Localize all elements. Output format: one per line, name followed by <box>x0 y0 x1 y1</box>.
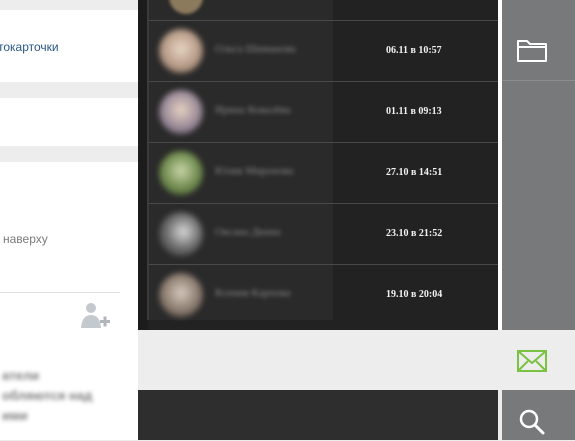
empty-block <box>0 162 138 209</box>
dialog-time: 06.11 в 10:57 <box>386 45 442 56</box>
photos-block: токарточки <box>0 10 138 82</box>
dialog-list-panel: Ольга Шиманова 06.11 в 10:57 Ирина Ковал… <box>138 0 498 330</box>
bottom-panel <box>138 390 498 440</box>
message-bar <box>138 330 502 390</box>
blurred-text: атели обляются над ими <box>2 368 93 423</box>
dialog-row[interactable]: Оксана Диана 23.10 в 21:52 <box>149 203 498 264</box>
friends-block: атели обляются над ими <box>0 292 138 440</box>
avatar <box>159 29 203 73</box>
folder-icon[interactable] <box>516 36 548 64</box>
dialog-time: 19.10 в 20:04 <box>386 289 443 300</box>
photos-link[interactable]: токарточки <box>0 40 59 54</box>
dialog-name: Ольга Шиманова <box>215 43 296 55</box>
dialog-row[interactable]: Ксения Карпова 19.10 в 20:04 <box>149 264 498 325</box>
empty-block <box>0 98 138 146</box>
dialog-name: Юлия Миронова <box>215 165 294 177</box>
dialog-name: Ксения Карпова <box>215 287 291 299</box>
left-panel: токарточки наверху атели обляются над им… <box>0 0 138 440</box>
hint-block: наверху <box>0 208 138 292</box>
divider <box>0 292 120 293</box>
dialog-time: 01.11 в 09:13 <box>386 106 442 117</box>
dialog-name: Оксана Диана <box>215 226 281 238</box>
avatar <box>159 212 203 256</box>
toolbar-divider <box>502 80 575 81</box>
dialog-row[interactable]: Юлия Миронова 27.10 в 14:51 <box>149 142 498 203</box>
dialog-name: Ирина Ковалёва <box>215 104 291 116</box>
mail-icon[interactable] <box>516 348 548 374</box>
dialog-time: 23.10 в 21:52 <box>386 228 443 239</box>
dialog-row[interactable]: Ирина Ковалёва 01.11 в 09:13 <box>149 81 498 142</box>
dialog-row[interactable]: Ольга Шиманова 06.11 в 10:57 <box>149 20 498 81</box>
avatar <box>159 273 203 317</box>
add-friend-icon[interactable] <box>80 302 112 330</box>
hint-text: наверху <box>3 232 48 246</box>
avatar <box>159 151 203 195</box>
dialog-time: 27.10 в 14:51 <box>386 167 443 178</box>
search-icon[interactable] <box>518 408 546 436</box>
avatar <box>159 90 203 134</box>
